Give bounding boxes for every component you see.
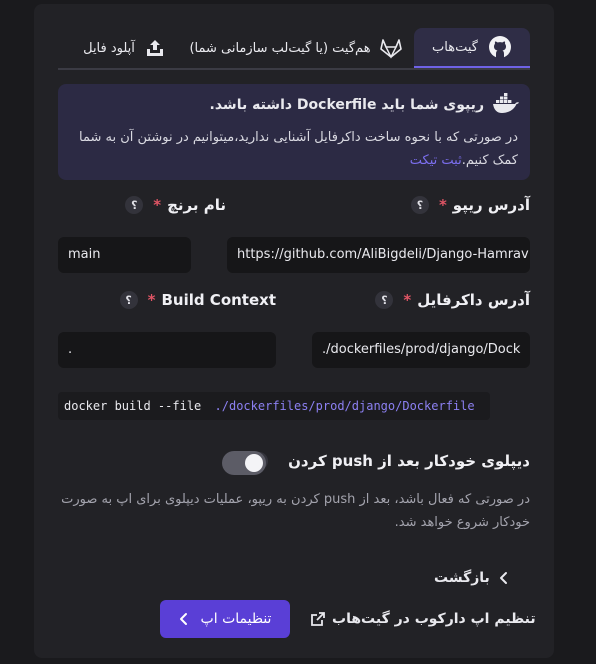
dockerfile-path-input[interactable]: ./dockerfiles/prod/django/Dock (312, 332, 530, 368)
build-context-input[interactable]: . (58, 332, 276, 368)
upload-icon (145, 38, 165, 58)
tab-upload-label: آپلود فایل (83, 40, 135, 56)
notice-body: در صورتی که با نحوه ساخت داکرفایل آشنایی… (70, 126, 518, 172)
gitlab-icon (379, 37, 403, 59)
help-icon[interactable]: ؟ (375, 291, 394, 309)
build-context-label: Build Context * ؟ (119, 291, 276, 309)
notice-title-text: ریپوی شما باید Dockerfile داشته باشد. (209, 97, 484, 113)
autodeploy-label-text: دیپلوی خودکار بعد از push کردن (288, 452, 530, 470)
required-marker: * (438, 196, 447, 214)
tab-upload[interactable]: آپلود فایل (68, 28, 180, 68)
repo-label: آدرس ریپو * ؟ (410, 196, 530, 214)
command-suffix: . (488, 399, 490, 413)
command-path: ./dockerfiles/prod/django/Dockerfile (214, 399, 475, 413)
dockerfile-label: آدرس داکرفایل * ؟ (375, 291, 530, 309)
autodeploy-label: دیپلوی خودکار بعد از push کردن ؟ (250, 452, 530, 470)
tab-hamgit-label: هم‌گیت (یا گیت‌لب سازمانی شما) (189, 40, 371, 56)
help-icon[interactable]: ؟ (119, 291, 138, 309)
github-icon (488, 35, 512, 59)
deploy-source-panel: گیت‌هاب هم‌گیت (یا گیت‌لب سازمانی شما) آ… (34, 4, 554, 658)
back-button[interactable]: بازگشت (434, 566, 510, 590)
command-prefix: docker build --file (64, 399, 202, 413)
help-icon[interactable]: ؟ (125, 196, 144, 214)
notice-title: ریپوی شما باید Dockerfile داشته باشد. (210, 92, 520, 118)
dockerfile-label-text: آدرس داکرفایل (417, 291, 530, 309)
chevron-left-icon (499, 572, 507, 584)
repo-label-text: آدرس ریپو (452, 196, 530, 214)
required-marker: * (403, 291, 412, 309)
help-icon[interactable]: ؟ (410, 196, 429, 214)
app-settings-button[interactable]: تنظیمات اپ (160, 600, 290, 638)
branch-input[interactable]: main (58, 237, 191, 273)
chevron-left-icon (179, 613, 187, 625)
build-context-label-text: Build Context (161, 291, 276, 309)
external-link-icon (311, 612, 325, 626)
docker-icon (492, 92, 520, 118)
configure-github-app-link[interactable]: تنظیم اپ دارکوب در گیت‌هاب (310, 602, 536, 636)
branch-label-text: نام برنچ (167, 196, 226, 214)
toggle-knob (245, 454, 263, 472)
required-marker: * (147, 291, 156, 309)
tab-hamgit[interactable]: هم‌گیت (یا گیت‌لب سازمانی شما) (180, 28, 412, 68)
build-command-preview: docker build --file ./dockerfiles/prod/d… (58, 392, 490, 420)
branch-label: نام برنچ * ؟ (125, 196, 226, 214)
repo-url-input[interactable]: https://github.com/AliBigdeli/Django-Ham… (227, 237, 530, 273)
autodeploy-toggle[interactable] (222, 451, 266, 475)
submit-ticket-link[interactable]: ثبت تیکت (410, 153, 462, 168)
autodeploy-description: در صورتی که فعال باشد، بعد از push کردن … (61, 492, 530, 530)
configure-github-app-label: تنظیم اپ دارکوب در گیت‌هاب (332, 611, 536, 627)
app-settings-label: تنظیمات اپ (200, 611, 272, 627)
required-marker: * (153, 196, 162, 214)
tab-github-label: گیت‌هاب (432, 39, 478, 55)
back-label: بازگشت (434, 570, 490, 586)
dockerfile-notice: ریپوی شما باید Dockerfile داشته باشد. در… (58, 84, 530, 180)
tab-github[interactable]: گیت‌هاب (414, 28, 530, 68)
source-tabs: گیت‌هاب هم‌گیت (یا گیت‌لب سازمانی شما) آ… (58, 28, 530, 70)
